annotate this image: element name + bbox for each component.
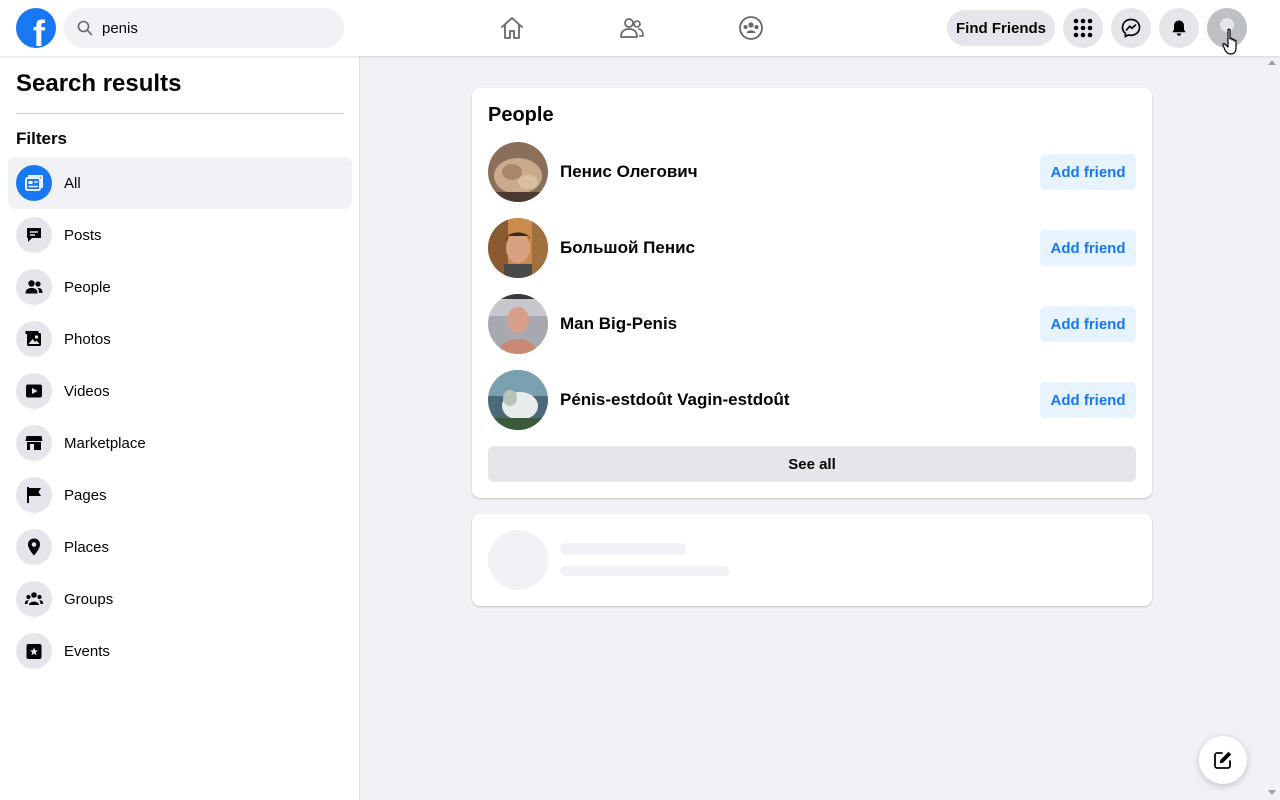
person-avatar[interactable] [488,370,548,430]
page-scrollbar[interactable] [1264,56,1280,800]
add-friend-label: Add friend [1050,239,1126,257]
home-tab[interactable] [456,0,568,56]
add-friend-button[interactable]: Add friend [1040,306,1136,342]
person-result[interactable]: Pénis-estdoût Vagin-estdoût Add friend [488,368,1136,432]
skeleton-line [560,566,730,576]
groups-icon [16,581,52,617]
events-icon [16,633,52,669]
new-message-button[interactable] [1199,736,1247,784]
groups-tab[interactable] [695,0,807,56]
photos-icon [16,321,52,357]
groups-icon [739,16,763,40]
person-name[interactable]: Большой Пенис [560,238,1040,258]
add-friend-label: Add friend [1050,163,1126,181]
add-friend-button[interactable]: Add friend [1040,382,1136,418]
compose-icon [1214,751,1232,769]
add-friend-button[interactable]: Add friend [1040,230,1136,266]
messenger-button[interactable] [1111,8,1151,48]
person-result[interactable]: Man Big-Penis Add friend [488,292,1136,356]
filter-groups[interactable]: Groups [8,573,352,625]
filter-all[interactable]: All [8,157,352,209]
person-name[interactable]: Pénis-estdoût Vagin-estdoût [560,390,1040,410]
search-query-text: penis [102,19,138,37]
find-friends-label: Find Friends [956,19,1046,37]
find-friends-button[interactable]: Find Friends [947,10,1055,46]
people-results-card: People Пенис Олегович Add friend Большой… [472,88,1152,498]
posts-icon [16,217,52,253]
filter-pages[interactable]: Pages [8,469,352,521]
page-title: Search results [16,70,182,97]
filters-heading: Filters [16,129,68,148]
sidebar-divider [16,113,344,114]
add-friend-button[interactable]: Add friend [1040,154,1136,190]
filter-label: Events [64,642,110,660]
pages-icon [16,477,52,513]
videos-icon [16,373,52,409]
search-icon [76,19,94,37]
menu-button[interactable] [1063,8,1103,48]
filter-label: Posts [64,226,102,244]
person-result[interactable]: Пенис Олегович Add friend [488,140,1136,204]
filter-label: Pages [64,486,107,504]
person-avatar[interactable] [488,142,548,202]
filter-label: All [64,174,81,192]
filter-photos[interactable]: Photos [8,313,352,365]
filter-people[interactable]: People [8,261,352,313]
filter-label: People [64,278,111,296]
search-input[interactable]: penis [64,8,344,48]
see-all-label: See all [788,455,836,473]
filter-label: Marketplace [64,434,146,452]
friends-tab[interactable] [576,0,688,56]
notifications-button[interactable] [1159,8,1199,48]
filter-marketplace[interactable]: Marketplace [8,417,352,469]
add-friend-label: Add friend [1050,315,1126,333]
home-icon [501,17,523,39]
filter-posts[interactable]: Posts [8,209,352,261]
filter-label: Groups [64,590,114,608]
person-avatar[interactable] [488,218,548,278]
person-avatar[interactable] [488,294,548,354]
all-results-icon [16,165,52,201]
people-icon [16,269,52,305]
filter-events[interactable]: Events [8,625,352,677]
search-sidebar: Search results Filters All Posts People … [0,56,360,800]
logo-letter: f [33,13,45,49]
notifications-icon [1172,20,1186,36]
see-all-button[interactable]: See all [488,446,1136,482]
mouse-cursor-icon [1222,28,1237,55]
top-navigation-bar: f penis Find Friends [0,0,1280,56]
filter-label: Videos [64,382,110,400]
person-result[interactable]: Большой Пенис Add friend [488,216,1136,280]
person-name[interactable]: Man Big-Penis [560,314,1040,334]
filter-places[interactable]: Places [8,521,352,573]
skeleton-avatar [488,530,548,590]
filter-label: Photos [64,330,111,348]
people-heading: People [488,104,554,126]
menu-grid-icon [1073,18,1093,38]
person-name[interactable]: Пенис Олегович [560,162,1040,182]
marketplace-icon [16,425,52,461]
scroll-up-arrow-icon[interactable] [1268,60,1276,65]
filter-videos[interactable]: Videos [8,365,352,417]
scroll-down-arrow-icon[interactable] [1268,790,1276,795]
skeleton-line [560,543,686,555]
loading-placeholder-card [472,514,1152,606]
places-icon [16,529,52,565]
messenger-icon [1121,18,1141,38]
filter-label: Places [64,538,110,556]
facebook-logo[interactable]: f [16,8,56,48]
friends-icon [620,18,644,38]
add-friend-label: Add friend [1050,391,1126,409]
